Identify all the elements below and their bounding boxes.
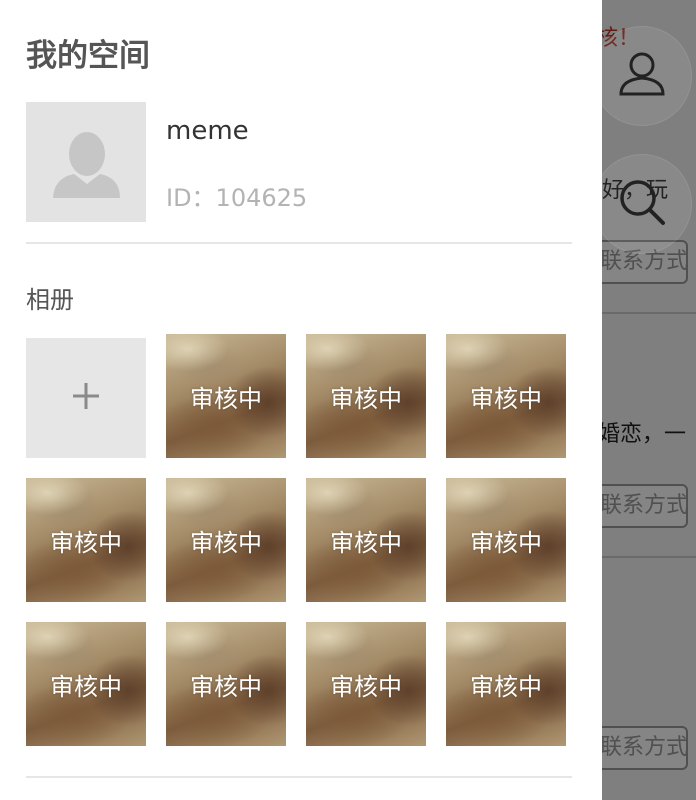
photo-review-status: 审核中 [470, 384, 542, 413]
album-photo[interactable]: 审核中 [166, 334, 286, 458]
my-space-drawer: 我的空间 meme ID：104625 相册 审核中 审核中 审核中 审核中 审… [0, 0, 602, 800]
user-id: ID：104625 [166, 184, 308, 212]
avatar[interactable] [26, 102, 146, 222]
divider [26, 776, 572, 778]
add-photo-button[interactable] [26, 338, 146, 458]
photo-review-status: 审核中 [470, 672, 542, 701]
album-photo[interactable]: 审核中 [306, 478, 426, 602]
album-photo[interactable]: 审核中 [166, 622, 286, 746]
album-photo[interactable]: 审核中 [26, 478, 146, 602]
photo-review-status: 审核中 [330, 672, 402, 701]
photo-review-status: 审核中 [470, 528, 542, 557]
album-label: 相册 [26, 286, 74, 314]
album-photo[interactable]: 审核中 [446, 334, 566, 458]
photo-review-status: 审核中 [50, 528, 122, 557]
photo-review-status: 审核中 [330, 528, 402, 557]
drawer-title: 我的空间 [26, 38, 150, 74]
photo-review-status: 审核中 [190, 672, 262, 701]
username: meme [166, 116, 249, 146]
person-placeholder-icon [53, 132, 120, 198]
profile-fab-button[interactable] [592, 26, 692, 126]
plus-icon [71, 381, 101, 415]
search-icon [615, 175, 669, 233]
album-photo[interactable]: 审核中 [306, 334, 426, 458]
album-photo[interactable]: 审核中 [26, 622, 146, 746]
photo-review-status: 审核中 [190, 384, 262, 413]
photo-review-status: 审核中 [50, 672, 122, 701]
album-photo[interactable]: 审核中 [446, 622, 566, 746]
album-photo[interactable]: 审核中 [446, 478, 566, 602]
user-icon [615, 47, 669, 105]
search-fab-button[interactable] [592, 154, 692, 254]
divider [26, 242, 572, 244]
album-photo[interactable]: 审核中 [306, 622, 426, 746]
photo-review-status: 审核中 [190, 528, 262, 557]
album-photo[interactable]: 审核中 [166, 478, 286, 602]
photo-review-status: 审核中 [330, 384, 402, 413]
